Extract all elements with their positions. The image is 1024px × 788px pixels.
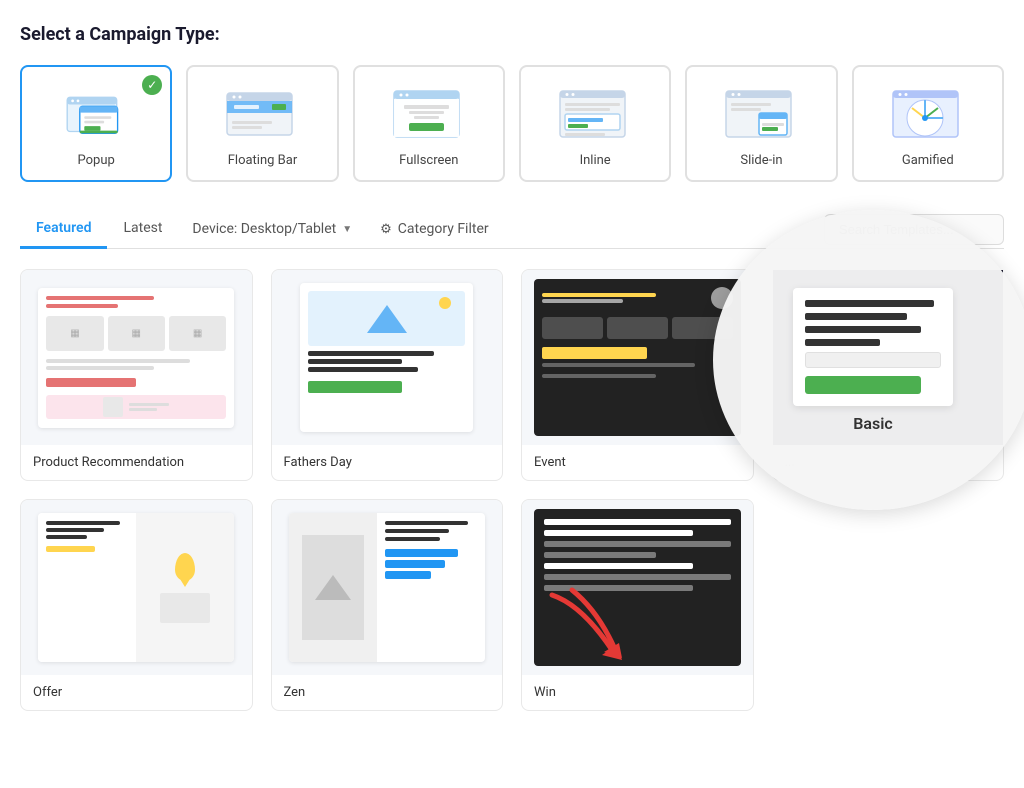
selected-check-icon: ✓: [142, 75, 162, 95]
template-name-fathers-day: Fathers Day: [272, 445, 503, 480]
template-preview-win: [522, 500, 753, 675]
campaign-type-slide-in-label: Slide-in: [740, 153, 782, 168]
campaign-type-inline-label: Inline: [580, 153, 611, 168]
chevron-down-icon: ▼: [342, 224, 352, 235]
floating-bar-icon: [222, 83, 302, 143]
template-name-zen: Zen: [272, 675, 503, 710]
tab-latest[interactable]: Latest: [107, 210, 178, 249]
campaign-type-floating-bar[interactable]: Floating Bar: [186, 65, 338, 182]
campaign-type-inline[interactable]: Inline: [519, 65, 671, 182]
popup-icon: [56, 83, 136, 143]
template-name-win: Win: [522, 675, 753, 710]
page-container: Select a Campaign Type: ✓: [0, 0, 1024, 735]
slide-in-icon: [721, 83, 801, 143]
fullscreen-icon: [389, 83, 469, 143]
zoom-template-label: Basic: [853, 414, 892, 433]
campaign-type-gamified-label: Gamified: [902, 153, 954, 168]
device-filter-button[interactable]: Device: Desktop/Tablet ▼: [178, 213, 366, 245]
campaign-type-slide-in[interactable]: Slide-in: [685, 65, 837, 182]
zoom-basic-preview: [793, 288, 953, 406]
category-filter-button[interactable]: ⚙ Category Filter: [366, 213, 503, 245]
gamified-icon: [888, 83, 968, 143]
template-product-recommendation[interactable]: ▦ ▦ ▦: [20, 269, 253, 481]
template-name-product-recommendation: Product Recommendation: [21, 445, 252, 480]
campaign-type-popup[interactable]: ✓ Popup: [20, 65, 172, 182]
template-preview-fathers: [272, 270, 503, 445]
tab-featured[interactable]: Featured: [20, 210, 107, 249]
template-name-offer: Offer: [21, 675, 252, 710]
inline-icon: [555, 83, 635, 143]
template-col4-partial[interactable]: ... Basic: [772, 269, 1005, 481]
campaign-type-selector: ✓ Popup: [20, 65, 1004, 182]
campaign-type-fullscreen[interactable]: Fullscreen: [353, 65, 505, 182]
template-win[interactable]: Win: [521, 499, 754, 711]
template-grid: ▦ ▦ ▦: [20, 269, 1004, 711]
campaign-type-fullscreen-label: Fullscreen: [399, 153, 458, 168]
template-preview-product: ▦ ▦ ▦: [21, 270, 252, 445]
template-name-event: Event: [522, 445, 753, 480]
gear-icon: ⚙: [380, 222, 392, 237]
campaign-type-popup-label: Popup: [78, 153, 115, 168]
template-preview-offer: [21, 500, 252, 675]
campaign-type-gamified[interactable]: Gamified: [852, 65, 1004, 182]
campaign-type-floating-bar-label: Floating Bar: [228, 153, 298, 168]
template-zen[interactable]: Zen: [271, 499, 504, 711]
template-offer[interactable]: Offer: [20, 499, 253, 711]
page-title: Select a Campaign Type:: [20, 24, 1004, 45]
template-preview-zen: [272, 500, 503, 675]
zoom-overlay: Basic: [713, 210, 1024, 510]
template-fathers-day[interactable]: Fathers Day: [271, 269, 504, 481]
